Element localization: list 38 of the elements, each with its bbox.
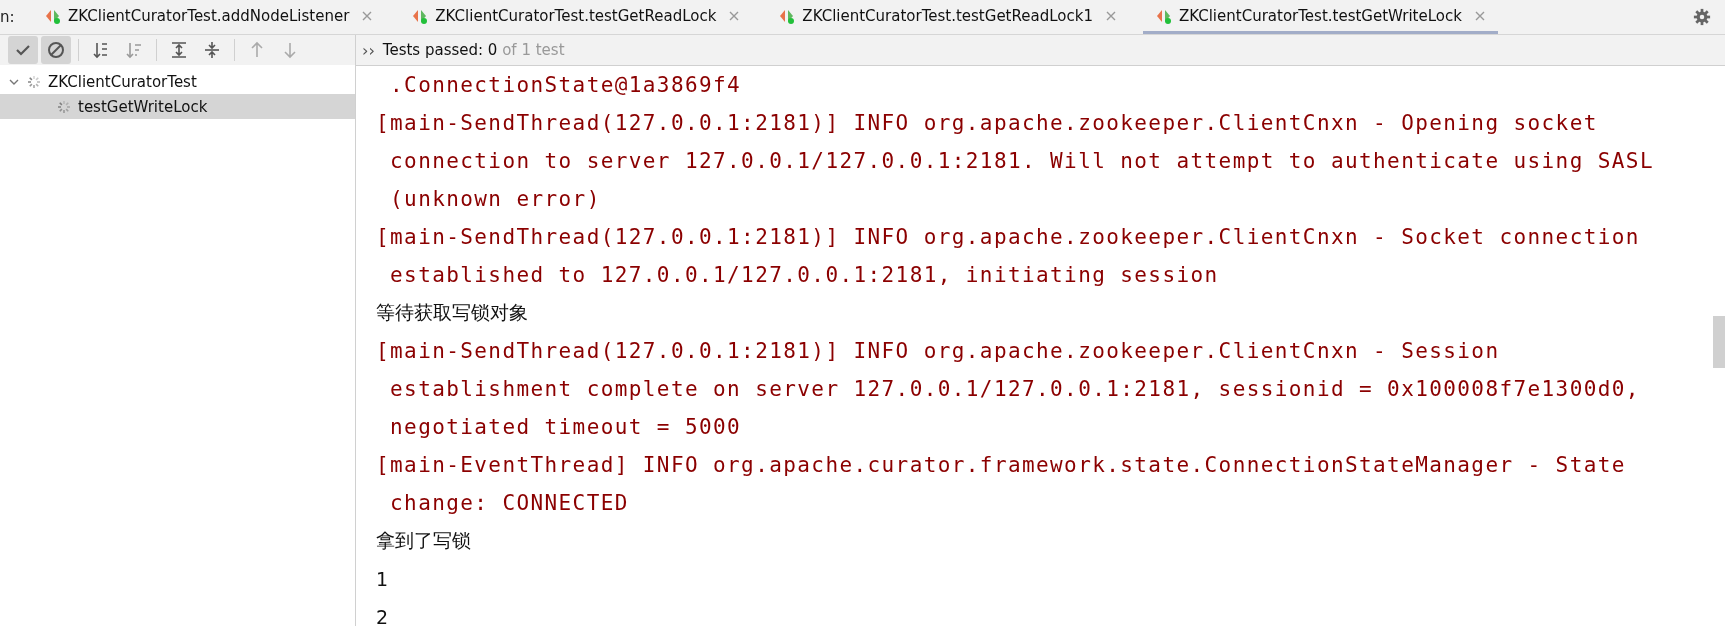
run-label: n: (0, 7, 16, 28)
editor-tab[interactable]: ZKClientCuratorTest.testGetWriteLock (1142, 0, 1498, 34)
close-icon[interactable] (1473, 9, 1486, 22)
editor-tab[interactable]: ZKClientCuratorTest.testGetReadLock (399, 0, 753, 34)
log-line: (unknown error) (389, 187, 601, 211)
log-line: establishment complete on server 127.0.0.1/127.0.0.1:2181, sessionid = 0x100008f7e1300d0, (389, 377, 1640, 401)
spinner-icon (26, 73, 42, 90)
close-icon[interactable] (1104, 9, 1117, 22)
log-line: negotiated timeout = 5000 (389, 415, 742, 439)
log-line: established to 127.0.0.1/127.0.0.1:2181, initiating session (389, 263, 1219, 287)
log-line: .ConnectionState@1a3869f4 (389, 73, 742, 97)
sort-duration-icon (124, 40, 144, 60)
spinner-icon (56, 98, 72, 115)
tree-item[interactable]: ZKClientCuratorTest (0, 69, 355, 94)
editor-tab[interactable]: ZKClientCuratorTest.testGetReadLock1 (766, 0, 1129, 34)
check-button[interactable] (8, 36, 38, 64)
output-line: 1 (376, 568, 389, 590)
close-icon[interactable] (361, 9, 374, 22)
log-line: [main-SendThread(127.0.0.1:2181)] INFO org.apache.zookeeper.ClientCnxn - Session (376, 339, 1500, 363)
editor-tab[interactable]: ZKClientCuratorTest.addNodeListener (32, 0, 386, 34)
stop-icon (46, 40, 66, 60)
output-line: 拿到了写锁 (376, 528, 471, 553)
output-line: 等待获取写锁对象 (376, 300, 528, 325)
log-line: [main-SendThread(127.0.0.1:2181)] INFO org.apache.zookeeper.ClientCnxn - Opening socket (376, 111, 1598, 135)
more-button[interactable]: ›› (362, 40, 375, 60)
log-line: [main-SendThread(127.0.0.1:2181)] INFO org.apache.zookeeper.ClientCnxn - Socket connection (376, 225, 1640, 249)
scrollbar-thumb[interactable] (1713, 316, 1725, 368)
collapse-all-icon (202, 40, 222, 60)
log-line: [main-EventThread] INFO org.apache.curator.framework.state.ConnectionStateManager - State (376, 453, 1626, 477)
stop-button[interactable] (41, 36, 71, 64)
expand-all-icon (169, 40, 189, 60)
close-icon[interactable] (728, 9, 741, 22)
test-status: Tests passed: 0 of 1 test (382, 41, 565, 59)
log-line: change: CONNECTED (389, 491, 629, 515)
log-line: connection to server 127.0.0.1/127.0.0.1:2181. Will not attempt to authenticate using SASL (389, 149, 1654, 173)
output-line: 2 (376, 606, 389, 626)
settings-icon[interactable] (1693, 8, 1711, 26)
tree-item[interactable]: testGetWriteLock (0, 94, 355, 119)
